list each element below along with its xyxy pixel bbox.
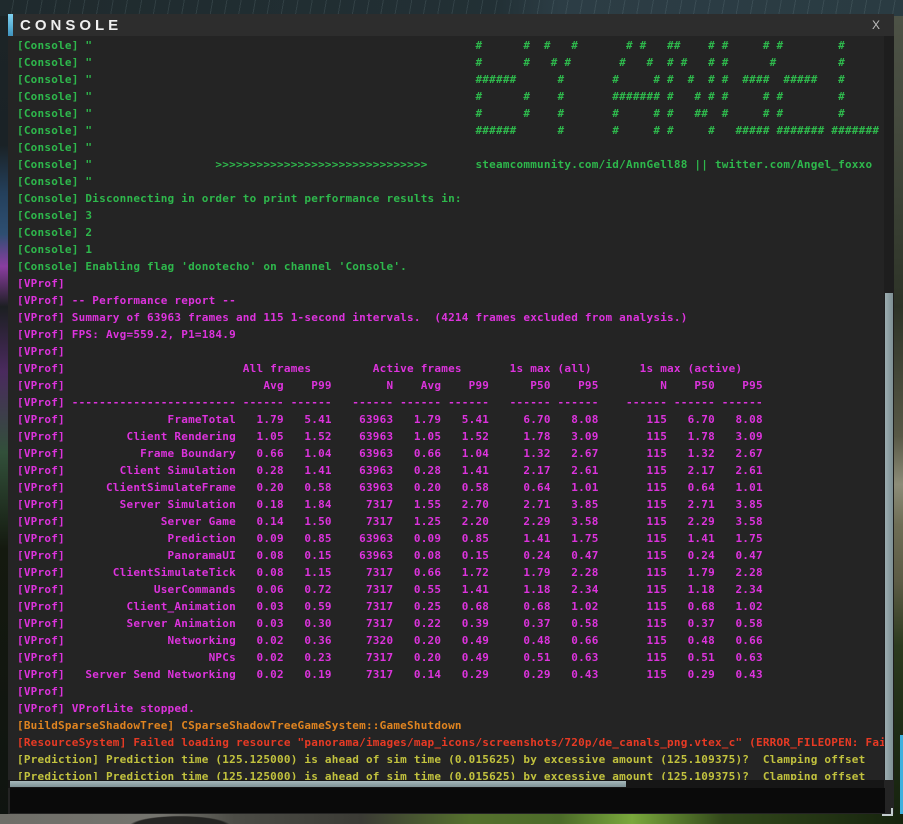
console-line: [Console] " # # # ####### # # # # # # # <box>17 88 884 105</box>
game-scene-right <box>894 16 903 824</box>
console-line: [VProf] Summary of 63963 frames and 115 … <box>17 309 884 326</box>
console-line: [Console] " ###### # # # # # ##### #####… <box>17 122 884 139</box>
console-line: [Console] " >>>>>>>>>>>>>>>>>>>>>>>>>>>>… <box>17 156 884 173</box>
console-line: [VProf] Server Simulation 0.18 1.84 7317… <box>17 496 884 513</box>
console-line: [Console] Disconnecting in order to prin… <box>17 190 884 207</box>
console-line: [VProf] Avg P99 N Avg P99 P50 P95 N P50 … <box>17 377 884 394</box>
console-line: [VProf] <box>17 275 884 292</box>
console-line: [BuildSparseShadowTree] CSparseShadowTre… <box>17 717 884 734</box>
console-line: [Console] " # # # # # # # # # # # # <box>17 54 884 71</box>
console-line: [Console] " # # # # # # ## # # # # <box>17 105 884 122</box>
console-input[interactable] <box>10 788 885 813</box>
console-line: [VProf] -- Performance report -- <box>17 292 884 309</box>
console-titlebar[interactable]: CONSOLE X <box>8 14 894 36</box>
console-line: [VProf] FrameTotal 1.79 5.41 63963 1.79 … <box>17 411 884 428</box>
console-line: [VProf] Client Rendering 1.05 1.52 63963… <box>17 428 884 445</box>
console-line: [Console] " <box>17 139 884 156</box>
console-line: [Prediction] Prediction time (125.125000… <box>17 768 884 780</box>
console-line: [Prediction] Prediction time (125.125000… <box>17 751 884 768</box>
vertical-scrollbar[interactable] <box>884 36 894 780</box>
console-line: [VProf] UserCommands 0.06 0.72 7317 0.55… <box>17 581 884 598</box>
window-title: CONSOLE <box>20 17 122 34</box>
console-window: CONSOLE X [Console] " # # # # # # ## # #… <box>8 14 894 814</box>
console-line: [ResourceSystem] Failed loading resource… <box>17 734 884 751</box>
console-line: [VProf] Client_Animation 0.03 0.59 7317 … <box>17 598 884 615</box>
console-line: [VProf] Frame Boundary 0.66 1.04 63963 0… <box>17 445 884 462</box>
console-log[interactable]: [Console] " # # # # # # ## # # # # #[Con… <box>8 36 884 780</box>
console-line: [Console] " ###### # # # # # # # #### ##… <box>17 71 884 88</box>
console-line: [VProf] <box>17 683 884 700</box>
resize-handle[interactable] <box>882 808 893 816</box>
console-line: [Console] 2 <box>17 224 884 241</box>
console-line: [VProf] Client Simulation 0.28 1.41 6396… <box>17 462 884 479</box>
game-scene-left <box>0 16 8 824</box>
console-line: [VProf] PanoramaUI 0.08 0.15 63963 0.08 … <box>17 547 884 564</box>
console-line: [VProf] VProfLite stopped. <box>17 700 884 717</box>
console-line: [VProf] <box>17 343 884 360</box>
console-line: [Console] " <box>17 173 884 190</box>
console-line: [VProf] NPCs 0.02 0.23 7317 0.20 0.49 0.… <box>17 649 884 666</box>
console-line: [VProf] ------------------------ ------ … <box>17 394 884 411</box>
console-line: [VProf] ClientSimulateTick 0.08 1.15 731… <box>17 564 884 581</box>
console-line: [Console] 1 <box>17 241 884 258</box>
console-line: [Console] Enabling flag 'donotecho' on c… <box>17 258 884 275</box>
console-line: [VProf] Server Animation 0.03 0.30 7317 … <box>17 615 884 632</box>
console-line: [VProf] All frames Active frames 1s max … <box>17 360 884 377</box>
console-line: [VProf] Server Game 0.14 1.50 7317 1.25 … <box>17 513 884 530</box>
game-scene-bottom <box>0 814 903 824</box>
console-line: [Console] " # # # # # # ## # # # # # <box>17 37 884 54</box>
console-line: [VProf] FPS: Avg=559.2, P1=184.9 <box>17 326 884 343</box>
vertical-scrollbar-thumb[interactable] <box>885 293 893 780</box>
console-line: [VProf] ClientSimulateFrame 0.20 0.58 63… <box>17 479 884 496</box>
horizontal-scrollbar[interactable] <box>8 780 884 788</box>
console-line: [Console] 3 <box>17 207 884 224</box>
console-line: [VProf] Networking 0.02 0.36 7320 0.20 0… <box>17 632 884 649</box>
close-button[interactable]: X <box>872 18 880 32</box>
console-line: [VProf] Prediction 0.09 0.85 63963 0.09 … <box>17 530 884 547</box>
game-background: CONSOLE X [Console] " # # # # # # ## # #… <box>0 0 903 824</box>
horizontal-scrollbar-thumb[interactable] <box>10 781 626 787</box>
console-line: [VProf] Server Send Networking 0.02 0.19… <box>17 666 884 683</box>
titlebar-accent-bar <box>8 14 13 36</box>
